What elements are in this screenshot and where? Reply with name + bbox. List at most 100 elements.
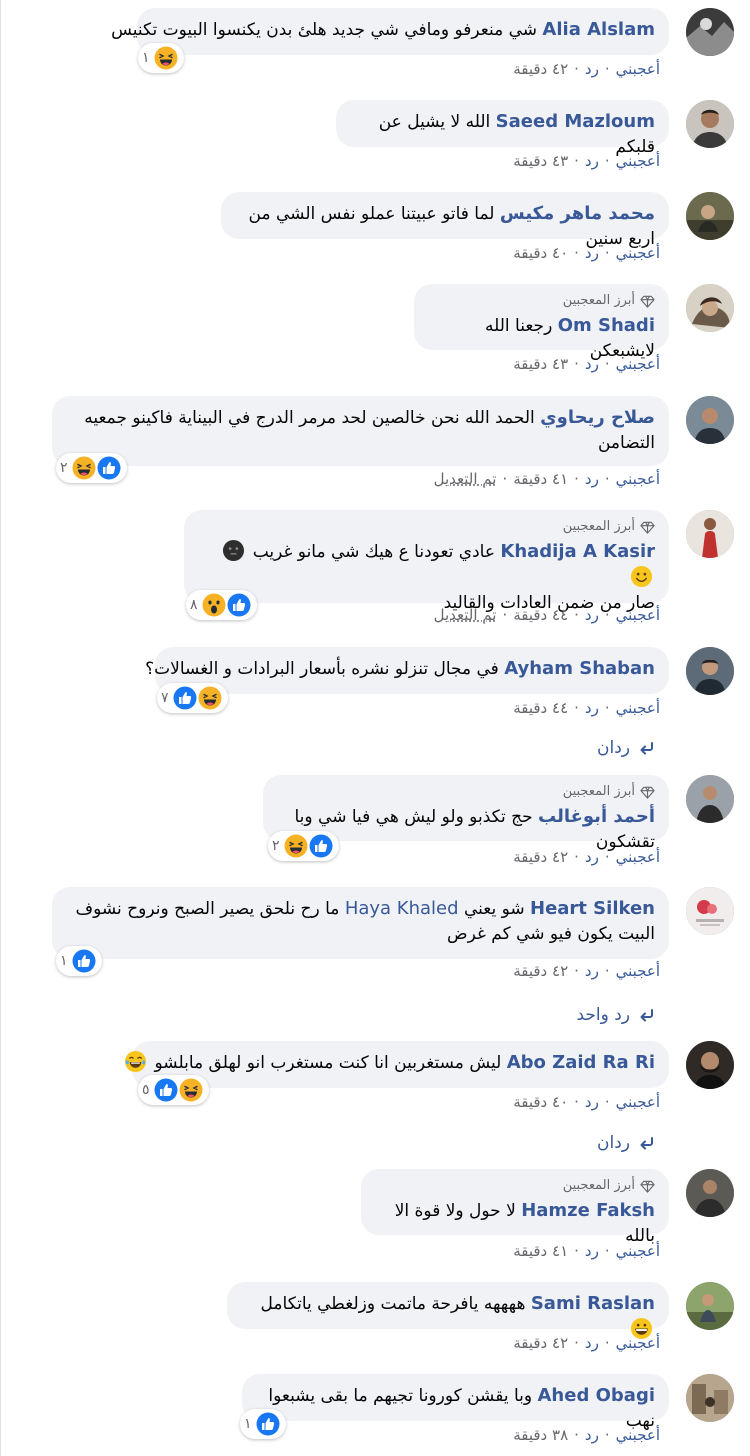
like-link[interactable]: أعجبني bbox=[616, 1334, 660, 1352]
view-replies-link[interactable]: رد واحد bbox=[576, 1005, 654, 1025]
avatar[interactable] bbox=[686, 1169, 734, 1217]
comment-actions: أعجبني · رد · ٤٠ دقيقة bbox=[513, 1093, 660, 1111]
reply-arrow-icon bbox=[638, 1008, 654, 1022]
avatar[interactable] bbox=[686, 775, 734, 823]
comment-author[interactable]: Khadija A Kasir bbox=[500, 541, 655, 562]
left-border bbox=[0, 0, 1, 1456]
comment-time[interactable]: ٤٢ دقيقة bbox=[513, 1334, 568, 1352]
reply-link[interactable]: رد bbox=[585, 1093, 599, 1111]
comment-actions: أعجبني · رد · ٤٢ دقيقة bbox=[513, 1334, 660, 1352]
comment-author[interactable]: Ayham Shaban bbox=[504, 658, 655, 679]
like-icon bbox=[256, 1412, 280, 1436]
avatar[interactable] bbox=[686, 510, 734, 558]
comment-author[interactable]: أحمد أبوغالب bbox=[538, 806, 655, 827]
reaction-count: ٢ bbox=[60, 460, 68, 476]
avatar[interactable] bbox=[686, 396, 734, 444]
avatar[interactable] bbox=[686, 1282, 734, 1330]
reply-link[interactable]: رد bbox=[585, 152, 599, 170]
comment-time[interactable]: ٤٢ دقيقة bbox=[513, 848, 568, 866]
comment-time[interactable]: ٤٠ دقيقة bbox=[513, 244, 568, 262]
comment-author[interactable]: Heart Silken bbox=[530, 898, 655, 919]
comment-text: البيت يكون فيو شي كم غرض bbox=[447, 924, 655, 944]
like-link[interactable]: أعجبني bbox=[616, 355, 660, 373]
avatar[interactable] bbox=[686, 1374, 734, 1422]
comment-author[interactable]: Sami Raslan bbox=[531, 1293, 655, 1314]
comment-time[interactable]: ٤٤ دقيقة bbox=[513, 699, 568, 717]
like-link[interactable]: أعجبني bbox=[616, 1093, 660, 1111]
reaction-summary[interactable]: ٢ bbox=[268, 831, 339, 861]
like-link[interactable]: أعجبني bbox=[616, 1426, 660, 1444]
haha-icon bbox=[284, 834, 308, 858]
reaction-summary[interactable]: ٥ bbox=[138, 1075, 209, 1105]
like-link[interactable]: أعجبني bbox=[616, 244, 660, 262]
like-link[interactable]: أعجبني bbox=[616, 848, 660, 866]
comment-author[interactable]: Abo Zaid Ra Ri bbox=[507, 1052, 655, 1073]
comment-text: ما رح نلحق يصير الصبح ونروح نشوف bbox=[75, 899, 340, 919]
like-icon bbox=[72, 949, 96, 973]
comment-bubble: صلاح ريحاوي الحمد الله نحن خالصين لحد مر… bbox=[52, 396, 669, 466]
like-link[interactable]: أعجبني bbox=[616, 699, 660, 717]
edited-label[interactable]: تم التعديل bbox=[434, 606, 497, 624]
comment-author[interactable]: Ahed Obagi bbox=[538, 1385, 656, 1406]
reaction-summary[interactable]: ٧ bbox=[157, 683, 228, 713]
reaction-count: ٥ bbox=[142, 1082, 150, 1098]
comment-time[interactable]: ٤٠ دقيقة bbox=[513, 1093, 568, 1111]
top-fan-badge: أبرز المعجبين bbox=[198, 519, 655, 535]
avatar[interactable] bbox=[686, 1041, 734, 1089]
reply-link[interactable]: رد bbox=[585, 1334, 599, 1352]
comment-author[interactable]: محمد ماهر مكيس bbox=[500, 203, 655, 224]
comment-author[interactable]: Hamze Faksh bbox=[521, 1200, 655, 1221]
mention-link[interactable]: Haya Khaled bbox=[345, 898, 459, 919]
comment-bubble: Ahed Obagi وبا يقشن كورونا تجيهم ما بقى … bbox=[242, 1374, 669, 1431]
comment-bubble: Heart Silken شو يعني Haya Khaled ما رح ن… bbox=[52, 887, 669, 959]
reply-link[interactable]: رد bbox=[585, 699, 599, 717]
reaction-summary[interactable]: ٨ bbox=[186, 590, 257, 620]
comment-actions: أعجبني · رد · ٤٢ دقيقة bbox=[513, 848, 660, 866]
diamond-icon bbox=[640, 1179, 655, 1194]
reaction-count: ١ bbox=[60, 953, 68, 969]
like-link[interactable]: أعجبني bbox=[616, 606, 660, 624]
avatar[interactable] bbox=[686, 887, 734, 935]
comment-text: التضامن bbox=[597, 433, 655, 453]
reply-link[interactable]: رد bbox=[585, 1242, 599, 1260]
reply-link[interactable]: رد bbox=[585, 1426, 599, 1444]
comment-text: ليش مستغربين انا كنت مستغرب انو لهلق ماب… bbox=[154, 1053, 502, 1073]
avatar[interactable] bbox=[686, 192, 734, 240]
comment-author[interactable]: Om Shadi bbox=[558, 315, 655, 336]
comment-time[interactable]: ٤١ دقيقة bbox=[513, 470, 568, 488]
reply-link[interactable]: رد bbox=[585, 355, 599, 373]
comment-author[interactable]: صلاح ريحاوي bbox=[540, 407, 655, 428]
comment-time[interactable]: ٤٢ دقيقة bbox=[513, 962, 568, 980]
reply-link[interactable]: رد bbox=[585, 606, 599, 624]
comment-time[interactable]: ٤١ دقيقة bbox=[513, 1242, 568, 1260]
comment-time[interactable]: ٤٣ دقيقة bbox=[513, 152, 568, 170]
comment-bubble: محمد ماهر مكيس لما فاتو عبيتنا عملو نفس … bbox=[221, 192, 669, 249]
reaction-count: ٨ bbox=[190, 597, 198, 613]
comment-actions: أعجبني · رد · ٤٣ دقيقة bbox=[513, 355, 660, 373]
edited-label[interactable]: تم التعديل bbox=[434, 470, 497, 488]
comment-actions: أعجبني · رد · ٣٨ دقيقة bbox=[513, 1426, 660, 1444]
view-replies-link[interactable]: ردان bbox=[597, 1133, 654, 1153]
reaction-count: ٧ bbox=[161, 690, 169, 706]
avatar[interactable] bbox=[686, 284, 734, 332]
reaction-summary[interactable]: ٢ bbox=[56, 453, 127, 483]
like-link[interactable]: أعجبني bbox=[616, 1242, 660, 1260]
view-replies-link[interactable]: ردان bbox=[597, 738, 654, 758]
reply-link[interactable]: رد bbox=[585, 470, 599, 488]
like-link[interactable]: أعجبني bbox=[616, 152, 660, 170]
comment-time[interactable]: ٤٤ دقيقة bbox=[513, 606, 568, 624]
like-link[interactable]: أعجبني bbox=[616, 962, 660, 980]
like-icon bbox=[173, 686, 197, 710]
reaction-summary[interactable]: ١ bbox=[56, 946, 102, 976]
comment-time[interactable]: ٣٨ دقيقة bbox=[513, 1426, 568, 1444]
comment-bubble: Abo Zaid Ra Ri ليش مستغربين انا كنت مستغ… bbox=[132, 1041, 669, 1088]
reply-link[interactable]: رد bbox=[585, 244, 599, 262]
avatar[interactable] bbox=[686, 647, 734, 695]
reaction-summary[interactable]: ١ bbox=[240, 1409, 286, 1439]
reply-link[interactable]: رد bbox=[585, 962, 599, 980]
reply-arrow-icon bbox=[638, 741, 654, 755]
comment-time[interactable]: ٤٣ دقيقة bbox=[513, 355, 568, 373]
reply-link[interactable]: رد bbox=[585, 848, 599, 866]
like-link[interactable]: أعجبني bbox=[616, 470, 660, 488]
like-icon bbox=[154, 1078, 178, 1102]
